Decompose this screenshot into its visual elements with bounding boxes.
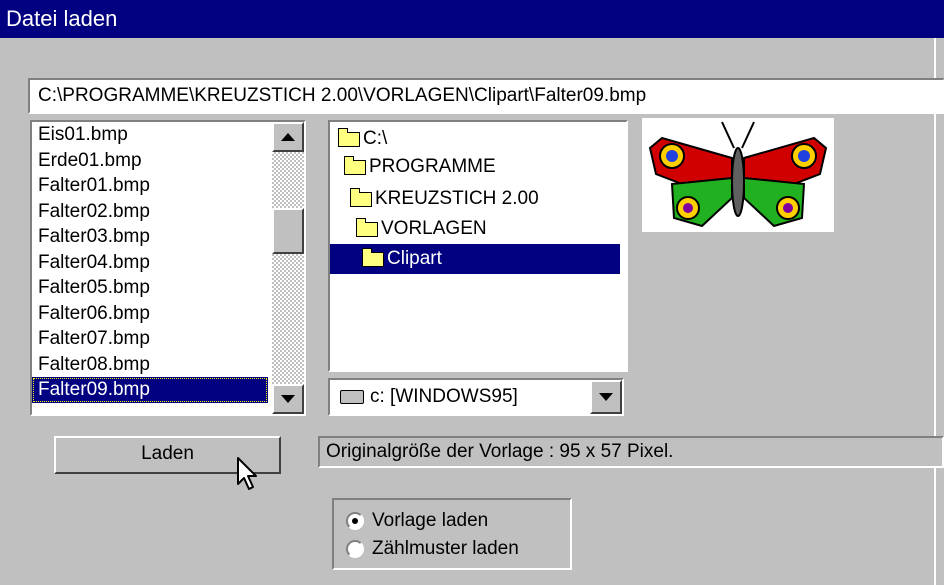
file-list-items: Eis01.bmp Erde01.bmp Falter01.bmp Falter… bbox=[32, 122, 268, 414]
drive-select[interactable]: c: [WINDOWS95] bbox=[328, 378, 624, 416]
file-list-scrollbar[interactable] bbox=[272, 122, 304, 414]
file-list-item[interactable]: Falter05.bmp bbox=[32, 275, 268, 301]
dir-item-programme[interactable]: PROGRAMME bbox=[344, 152, 496, 182]
file-list-item[interactable]: Eis01.bmp bbox=[32, 122, 268, 148]
open-folder-icon bbox=[362, 247, 384, 267]
scroll-up-button[interactable] bbox=[272, 122, 304, 152]
scroll-thumb[interactable] bbox=[272, 208, 304, 254]
radio-vorlage-laden[interactable]: Vorlage laden bbox=[346, 510, 488, 532]
file-list[interactable]: Eis01.bmp Erde01.bmp Falter01.bmp Falter… bbox=[30, 120, 306, 416]
radio-zaehlmuster-laden[interactable]: Zählmuster laden bbox=[346, 538, 519, 560]
dir-item-vorlagen[interactable]: VORLAGEN bbox=[356, 214, 487, 244]
template-size-info: Originalgröße der Vorlage : 95 x 57 Pixe… bbox=[318, 436, 944, 468]
file-list-item[interactable]: Falter08.bmp bbox=[32, 352, 268, 378]
file-list-item[interactable]: Erde01.bmp bbox=[32, 148, 268, 174]
dir-item-label: C:\ bbox=[363, 128, 388, 149]
dir-item-clipart[interactable]: Clipart bbox=[330, 244, 620, 274]
butterfly-preview-image bbox=[648, 121, 828, 228]
open-folder-icon bbox=[350, 187, 372, 207]
hard-drive-icon bbox=[340, 390, 364, 404]
load-mode-group: Vorlage laden Zählmuster laden bbox=[332, 498, 572, 570]
arrow-down-icon bbox=[281, 395, 295, 403]
open-folder-icon bbox=[338, 127, 360, 147]
dir-item-root[interactable]: C:\ bbox=[338, 124, 387, 154]
file-list-item[interactable]: Falter03.bmp bbox=[32, 224, 268, 250]
file-list-item[interactable]: Falter06.bmp bbox=[32, 301, 268, 327]
radio-label: Vorlage laden bbox=[372, 510, 489, 531]
chevron-down-icon bbox=[599, 393, 613, 401]
file-list-item-selected[interactable]: Falter09.bmp bbox=[32, 377, 268, 403]
drive-select-value: c: [WINDOWS95] bbox=[370, 386, 518, 407]
open-folder-icon bbox=[356, 217, 378, 237]
window-edge bbox=[934, 38, 944, 585]
file-list-item[interactable]: Falter07.bmp bbox=[32, 326, 268, 352]
scroll-down-button[interactable] bbox=[272, 384, 304, 414]
radio-checked-icon bbox=[346, 512, 364, 530]
radio-unchecked-icon bbox=[346, 540, 364, 558]
mouse-pointer-icon bbox=[237, 457, 257, 490]
arrow-up-icon bbox=[281, 133, 295, 141]
file-list-item[interactable]: Falter01.bmp bbox=[32, 173, 268, 199]
dir-item-kreuzstich[interactable]: KREUZSTICH 2.00 bbox=[350, 184, 539, 214]
dir-item-label: KREUZSTICH 2.00 bbox=[375, 188, 539, 209]
dir-item-label: Clipart bbox=[387, 248, 442, 269]
window-title: Datei laden bbox=[0, 0, 944, 38]
dir-item-label: PROGRAMME bbox=[369, 156, 496, 177]
radio-label: Zählmuster laden bbox=[372, 538, 519, 559]
path-input[interactable]: C:\PROGRAMME\KREUZSTICH 2.00\VORLAGEN\Cl… bbox=[28, 78, 944, 114]
file-list-item[interactable]: Falter02.bmp bbox=[32, 199, 268, 225]
open-folder-icon bbox=[344, 155, 366, 175]
directory-tree[interactable]: C:\ PROGRAMME KREUZSTICH 2.00 VORLAGEN C… bbox=[328, 120, 628, 372]
image-preview bbox=[642, 118, 834, 232]
dir-item-label: VORLAGEN bbox=[381, 218, 487, 239]
drive-dropdown-button[interactable] bbox=[590, 380, 622, 414]
file-list-item[interactable]: Falter04.bmp bbox=[32, 250, 268, 276]
